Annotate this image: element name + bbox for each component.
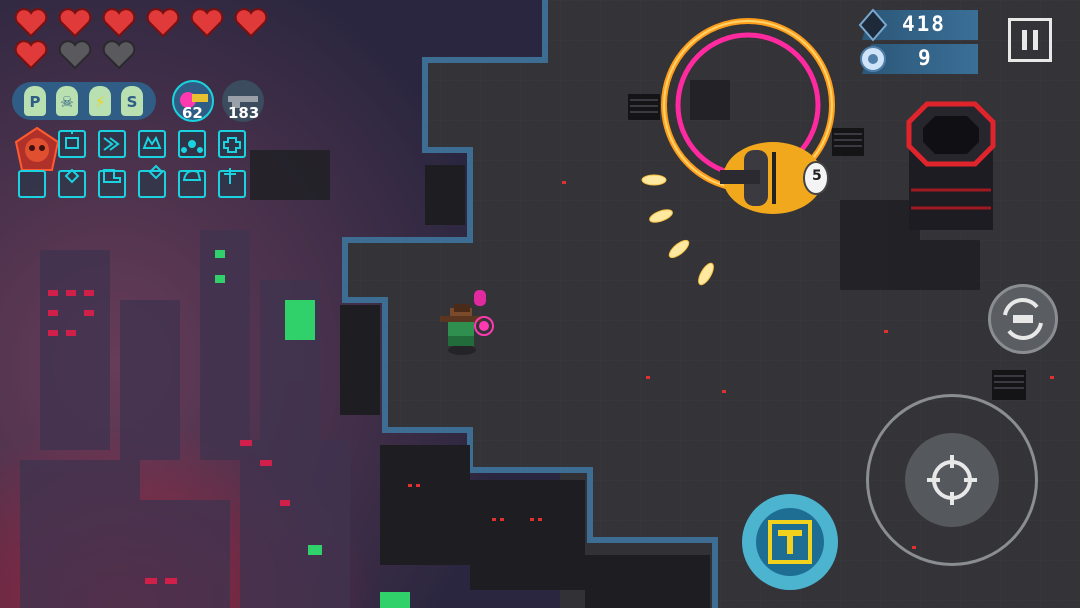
swap-weapon-button[interactable]: [988, 284, 1058, 354]
boss-skull-icon: [14, 126, 60, 171]
game-scene: 5 P ☠ ⚡ S 62 183 418 9: [0, 0, 1080, 608]
red-pillar: [906, 101, 996, 230]
droplet-icon: [18, 170, 46, 198]
energy-count: 9: [918, 46, 933, 70]
player-character: [440, 290, 494, 355]
buff-glyphs: [64, 132, 241, 184]
pause-icon: [1022, 30, 1038, 50]
energy-orb-icon: [860, 46, 886, 72]
aim-joystick[interactable]: [866, 394, 1038, 566]
crosshair-icon: [927, 455, 977, 505]
gem-count: 418: [902, 12, 946, 36]
heart-full-icon: [146, 8, 180, 38]
ammo-p: P: [24, 86, 46, 116]
ammo-s: S: [121, 86, 143, 116]
heart-full-icon: [14, 8, 48, 38]
ammo-skull: ☠: [56, 86, 78, 116]
ammo-lightning: ⚡: [89, 86, 111, 116]
heart-empty-icon: [58, 40, 92, 70]
enemy-bullets: [641, 174, 714, 286]
fire-button[interactable]: [905, 433, 999, 527]
heart-full-icon: [190, 8, 224, 38]
shield-skill-icon: [768, 520, 812, 564]
pause-button[interactable]: [1008, 18, 1052, 62]
heart-full-icon: [58, 8, 92, 38]
heart-empty-icon: [102, 40, 136, 70]
skill-button[interactable]: [742, 494, 838, 590]
heart-full-icon: [14, 40, 48, 70]
heart-full-icon: [234, 8, 268, 38]
swap-arrows-icon: [1003, 298, 1043, 340]
gem-icon: [858, 8, 888, 42]
weapon-1-ammo: 62: [182, 104, 203, 122]
weapon-2-ammo: 183: [228, 104, 260, 122]
boss-badge: 5: [812, 168, 822, 184]
heart-full-icon: [102, 8, 136, 38]
